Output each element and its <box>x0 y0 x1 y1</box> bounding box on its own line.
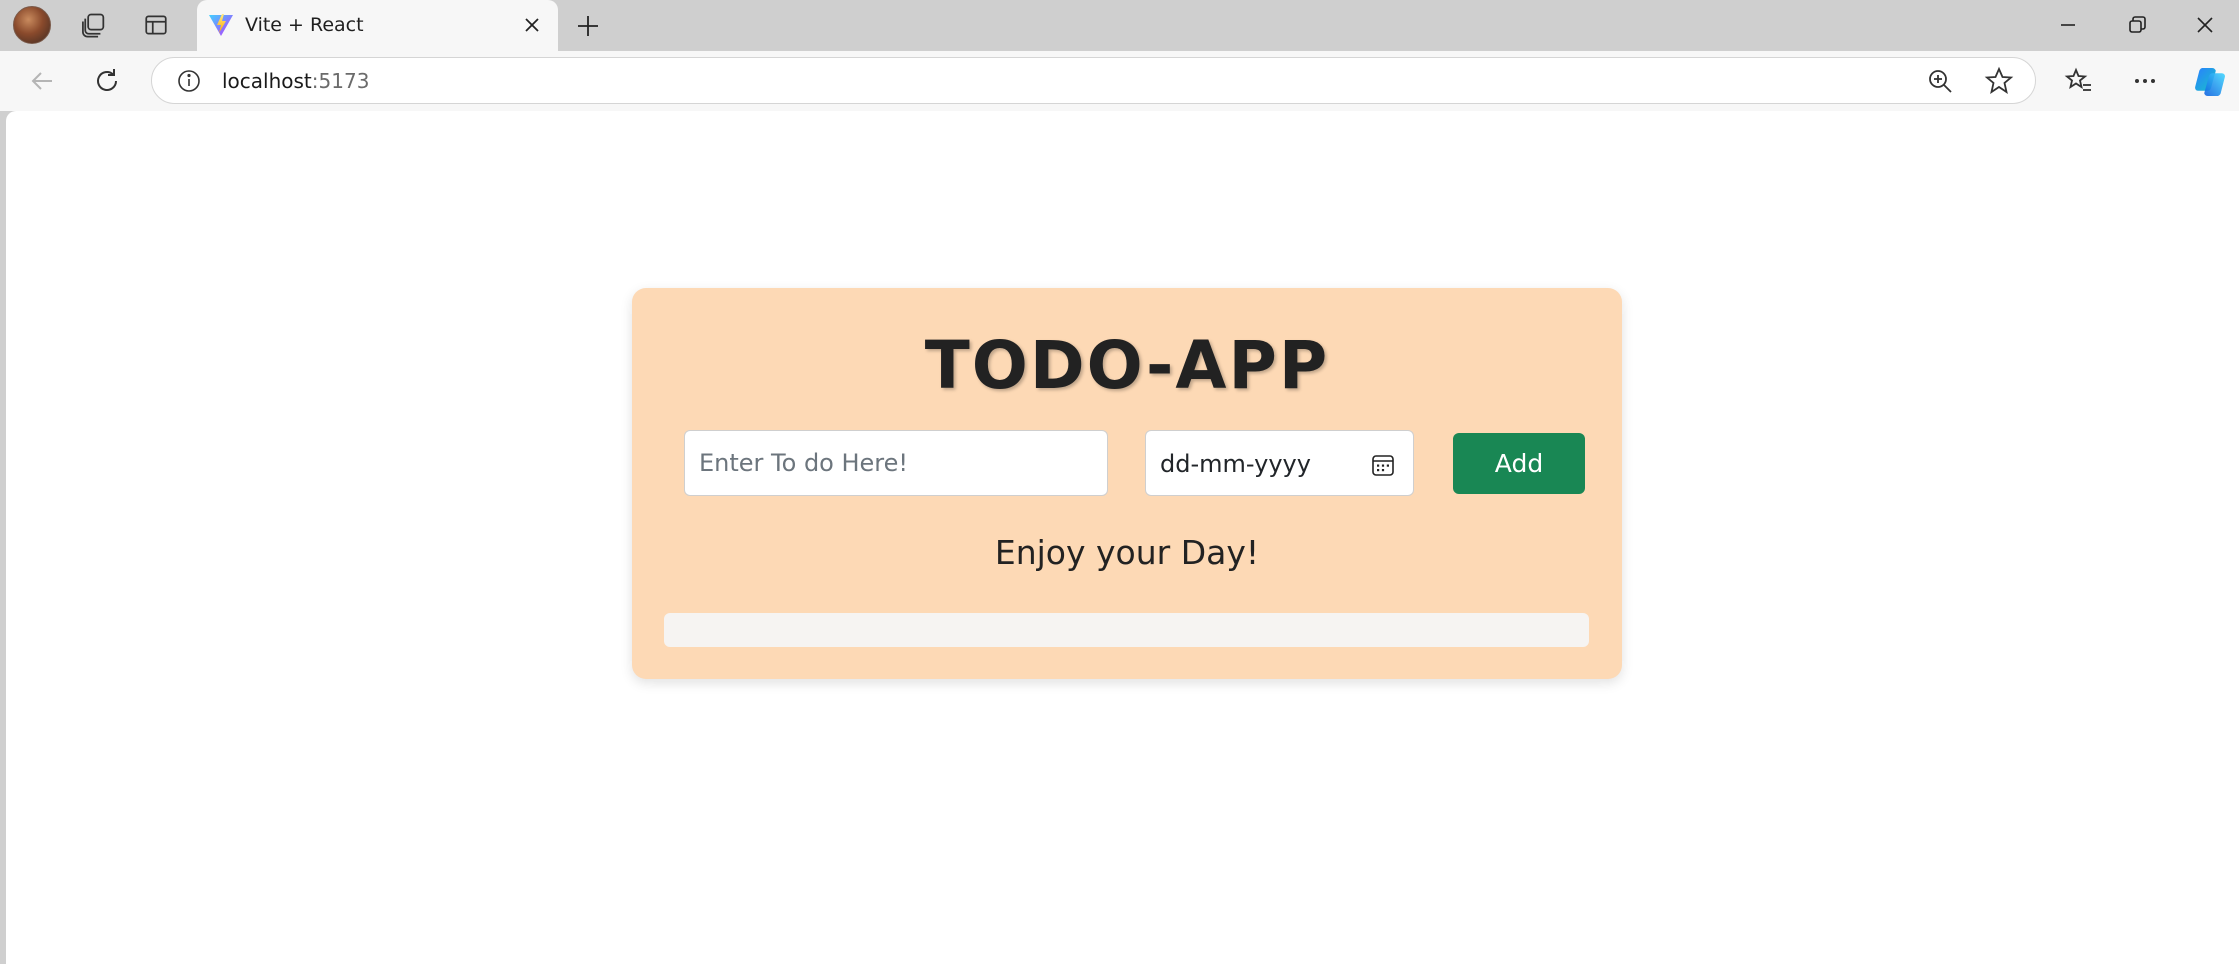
address-bar[interactable] <box>151 57 2036 104</box>
close-window-icon[interactable] <box>2192 12 2218 38</box>
copilot-icon[interactable] <box>2192 64 2228 100</box>
tab-actions-icon <box>145 15 167 35</box>
empty-message: Enjoy your Day! <box>994 533 1260 572</box>
avatar <box>13 6 51 44</box>
app-title: TODO-APP <box>924 327 1330 404</box>
more-icon[interactable] <box>2130 66 2160 96</box>
todo-list <box>664 613 1589 647</box>
favorites-icon[interactable] <box>2064 66 2094 96</box>
tab-strip: Vite + React <box>0 0 2239 51</box>
url-host: localhost <box>222 69 312 93</box>
workspaces-icon <box>82 13 105 38</box>
browser-toolbar: localhost:5173 <box>0 51 2239 111</box>
plus-icon[interactable] <box>573 11 603 41</box>
info-icon[interactable] <box>174 66 204 96</box>
back-arrow-icon[interactable] <box>27 66 57 96</box>
date-input[interactable]: dd-mm-yyyy <box>1145 430 1414 496</box>
tab-title: Vite + React <box>245 14 364 36</box>
url-text[interactable]: localhost:5173 <box>222 68 369 94</box>
zoom-in-icon[interactable] <box>1925 66 1955 96</box>
workspaces-button[interactable] <box>72 7 116 43</box>
vite-logo-icon <box>209 14 233 36</box>
calendar-icon[interactable] <box>1370 452 1396 478</box>
add-button[interactable]: Add <box>1453 433 1585 494</box>
minimize-icon[interactable] <box>2055 12 2081 38</box>
star-icon[interactable] <box>1984 66 2014 96</box>
restore-icon[interactable] <box>2124 12 2150 38</box>
date-placeholder: dd-mm-yyyy <box>1160 450 1311 478</box>
url-port: :5173 <box>311 69 370 93</box>
page-viewport: TODO-APP dd-mm-yyyy Add Enjoy your Day! <box>6 111 2239 964</box>
refresh-icon[interactable] <box>92 66 122 96</box>
close-icon[interactable] <box>520 13 544 37</box>
todo-input[interactable] <box>684 430 1108 496</box>
tab-actions-button[interactable] <box>134 7 178 43</box>
todo-card: TODO-APP dd-mm-yyyy Add Enjoy your Day! <box>632 288 1622 679</box>
profile-button[interactable] <box>10 6 54 44</box>
